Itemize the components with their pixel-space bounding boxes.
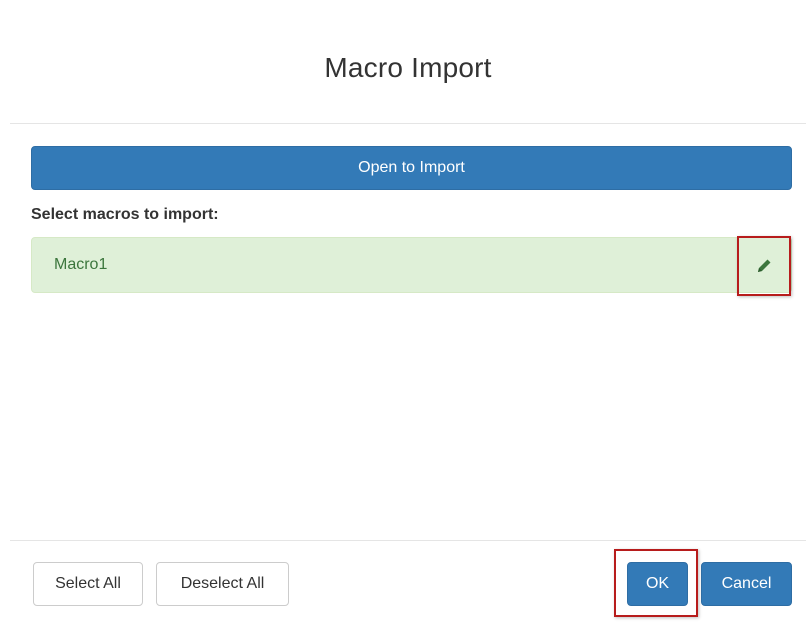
edit-macro-button[interactable]: [737, 236, 791, 296]
open-to-import-button[interactable]: Open to Import: [31, 146, 792, 190]
dialog-title: Macro Import: [324, 52, 492, 83]
select-macros-label: Select macros to import:: [31, 206, 219, 223]
macro-list: Macro1: [31, 236, 792, 296]
ok-button[interactable]: OK: [627, 562, 688, 606]
select-all-button[interactable]: Select All: [33, 562, 143, 606]
cancel-button[interactable]: Cancel: [701, 562, 792, 606]
dialog-header: Macro Import: [10, 0, 806, 124]
macro-name: Macro1: [54, 256, 108, 273]
deselect-all-button[interactable]: Deselect All: [156, 562, 289, 606]
macro-list-item[interactable]: Macro1: [31, 236, 792, 296]
macro-import-dialog: Macro Import Open to Import Select macro…: [0, 0, 806, 625]
pencil-icon: [755, 257, 773, 275]
